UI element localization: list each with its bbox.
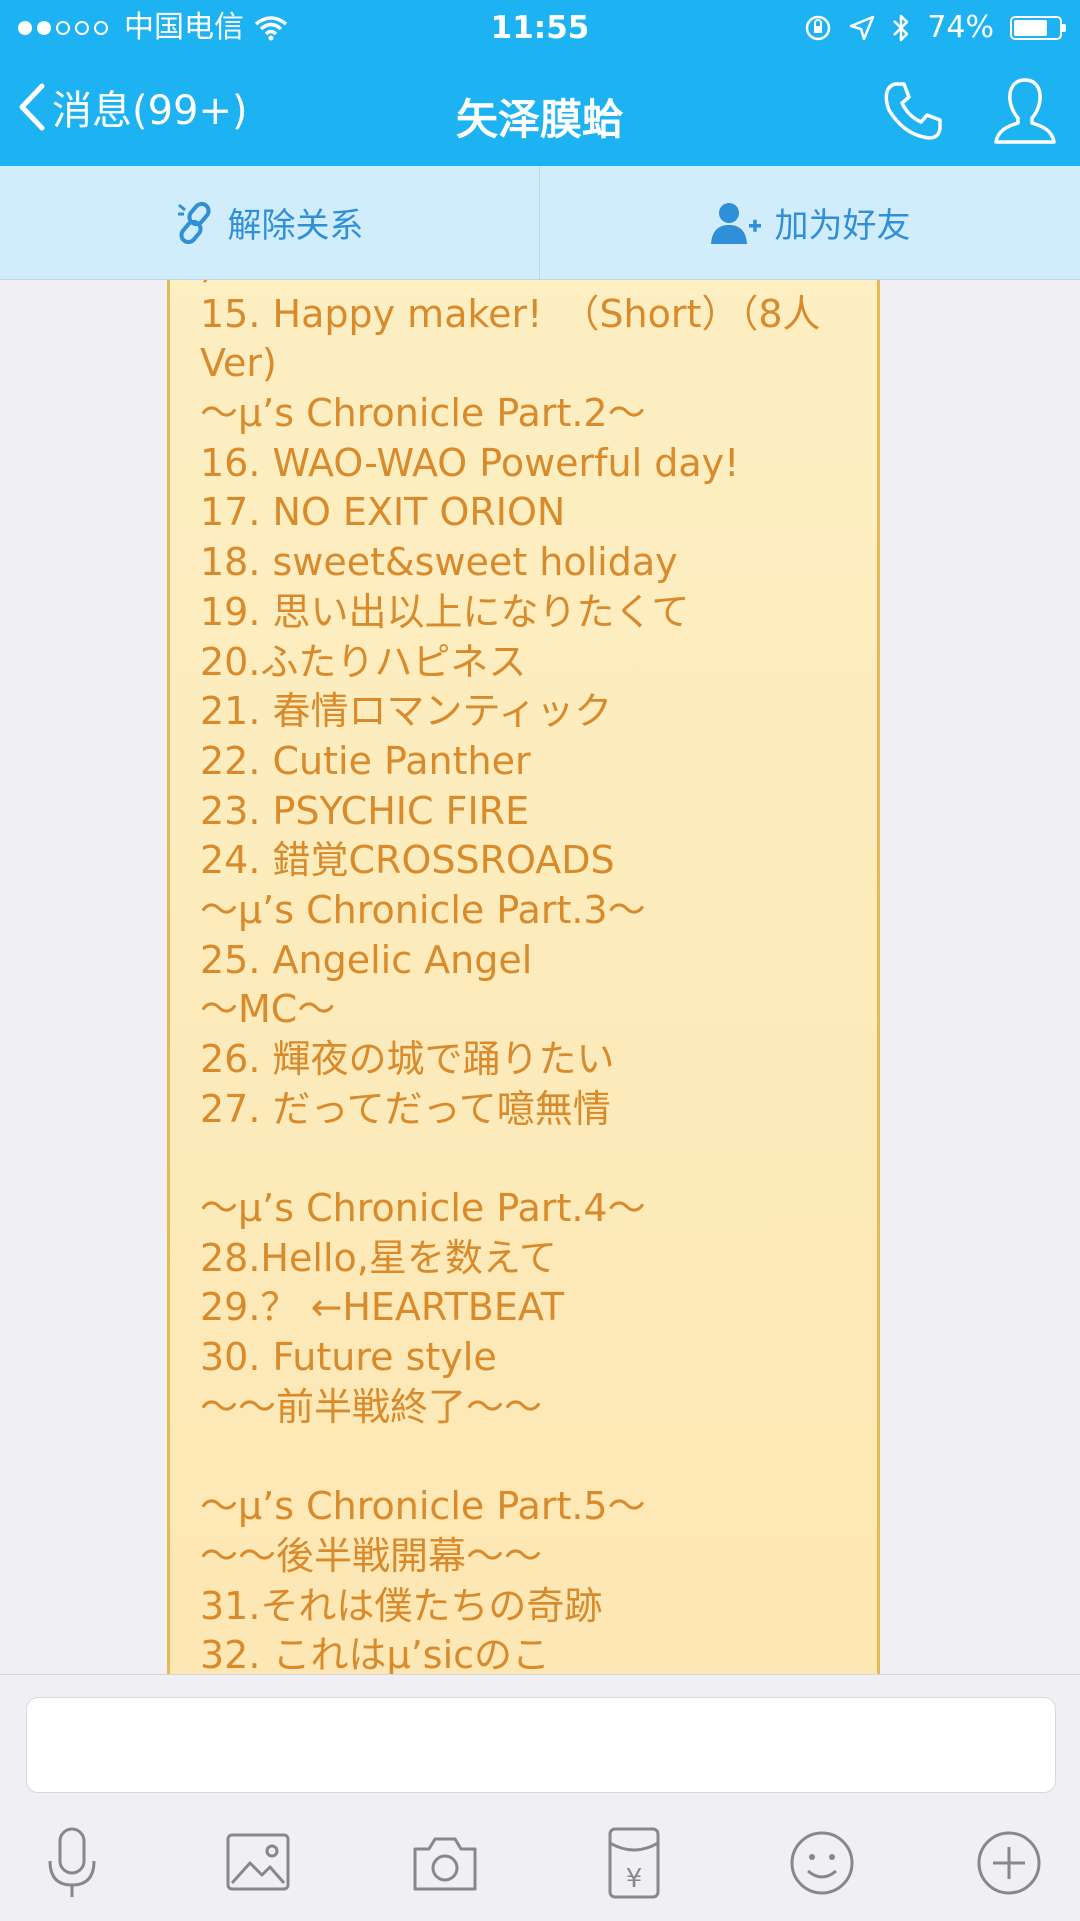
message-line: 27. だってだって噫無情 xyxy=(200,1086,611,1131)
input-toolbar: ¥ xyxy=(0,1825,1080,1905)
emoji-icon[interactable] xyxy=(786,1825,858,1901)
message-line: 32. これはμ’sicのこ xyxy=(200,1633,551,1674)
message-line: 22. Cutie Panther xyxy=(200,738,531,783)
message-line: ～MC～ xyxy=(200,987,336,1032)
message-line: 25. Angelic Angel xyxy=(200,937,533,982)
message-line: ～～後半戦開幕～～ xyxy=(200,1533,543,1578)
message-line: 20.ふたりハピネス xyxy=(200,639,527,684)
message-line: ～～前半戦終了～～ xyxy=(200,1384,543,1429)
unlink-button[interactable]: 解除关系 xyxy=(0,166,540,279)
message-line: 29.？ ←HEARTBEAT xyxy=(200,1285,565,1330)
message-line: 31.それは僕たちの奇跡 xyxy=(200,1583,603,1628)
location-icon xyxy=(850,15,875,41)
message-line: ) xyxy=(200,280,877,290)
message-line: Ver) xyxy=(200,341,277,386)
add-friend-label: 加为好友 xyxy=(774,206,911,246)
message-line xyxy=(200,1134,877,1184)
unlink-icon xyxy=(177,201,211,244)
profile-icon[interactable] xyxy=(992,76,1058,146)
add-friend-icon xyxy=(710,202,761,244)
message-line: 19. 思い出以上になりたくて xyxy=(200,589,690,634)
message-line: 17. NO EXIT ORION xyxy=(200,490,566,535)
microphone-icon[interactable] xyxy=(36,1825,108,1901)
unlink-label: 解除关系 xyxy=(227,206,364,246)
message-bubble[interactable]: ) 15. Happy maker! （Short）（8人 Ver) ～μ’s … xyxy=(167,280,880,1674)
nav-bar: 消息(99+) 矢泽膜蛤 xyxy=(0,56,1080,166)
message-line: 24. 錯覚CROSSROADS xyxy=(200,838,615,883)
phone-icon[interactable] xyxy=(882,80,944,142)
message-line: 16. WAO-WAO Powerful day! xyxy=(200,440,740,485)
message-line xyxy=(200,1433,877,1483)
add-friend-button[interactable]: 加为好友 xyxy=(540,166,1079,279)
chat-area[interactable]: ) 15. Happy maker! （Short）（8人 Ver) ～μ’s … xyxy=(0,280,1080,1674)
relationship-action-bar: 解除关系 加为好友 xyxy=(0,166,1080,280)
image-icon[interactable] xyxy=(222,1825,294,1901)
message-line: 30. Future style xyxy=(200,1335,497,1380)
message-line: 15. Happy maker! （Short）（8人 xyxy=(200,291,821,336)
bluetooth-icon xyxy=(893,14,909,42)
battery-percent: 74% xyxy=(927,10,994,45)
message-line: ～μ’s Chronicle Part.2～ xyxy=(200,391,646,436)
top-bar: 中国电信 11:55 74% 消息(99+) 矢泽膜蛤 xyxy=(0,0,1080,166)
plus-icon[interactable] xyxy=(973,1825,1045,1901)
battery-icon xyxy=(1010,16,1066,40)
message-line: 21. 春情ロマンティック xyxy=(200,689,613,734)
message-line: ～μ’s Chronicle Part.3～ xyxy=(200,887,646,932)
camera-icon[interactable] xyxy=(409,1825,481,1901)
input-area: ¥ xyxy=(0,1674,1080,1921)
message-line: 26. 輝夜の城で踊りたい xyxy=(200,1037,615,1081)
message-input[interactable] xyxy=(26,1697,1056,1793)
orientation-lock-icon xyxy=(806,15,831,41)
message-line: 18. sweet&sweet holiday xyxy=(200,540,678,585)
svg-text:¥: ¥ xyxy=(626,1864,643,1894)
red-packet-icon[interactable]: ¥ xyxy=(598,1825,670,1901)
message-line: ～μ’s Chronicle Part.4～ xyxy=(200,1186,646,1231)
message-line: 23. PSYCHIC FIRE xyxy=(200,788,530,833)
status-bar: 中国电信 11:55 74% xyxy=(0,0,1080,56)
message-line: 28.Hello,星を数えて xyxy=(200,1235,557,1280)
message-line: ～μ’s Chronicle Part.5～ xyxy=(200,1484,646,1529)
